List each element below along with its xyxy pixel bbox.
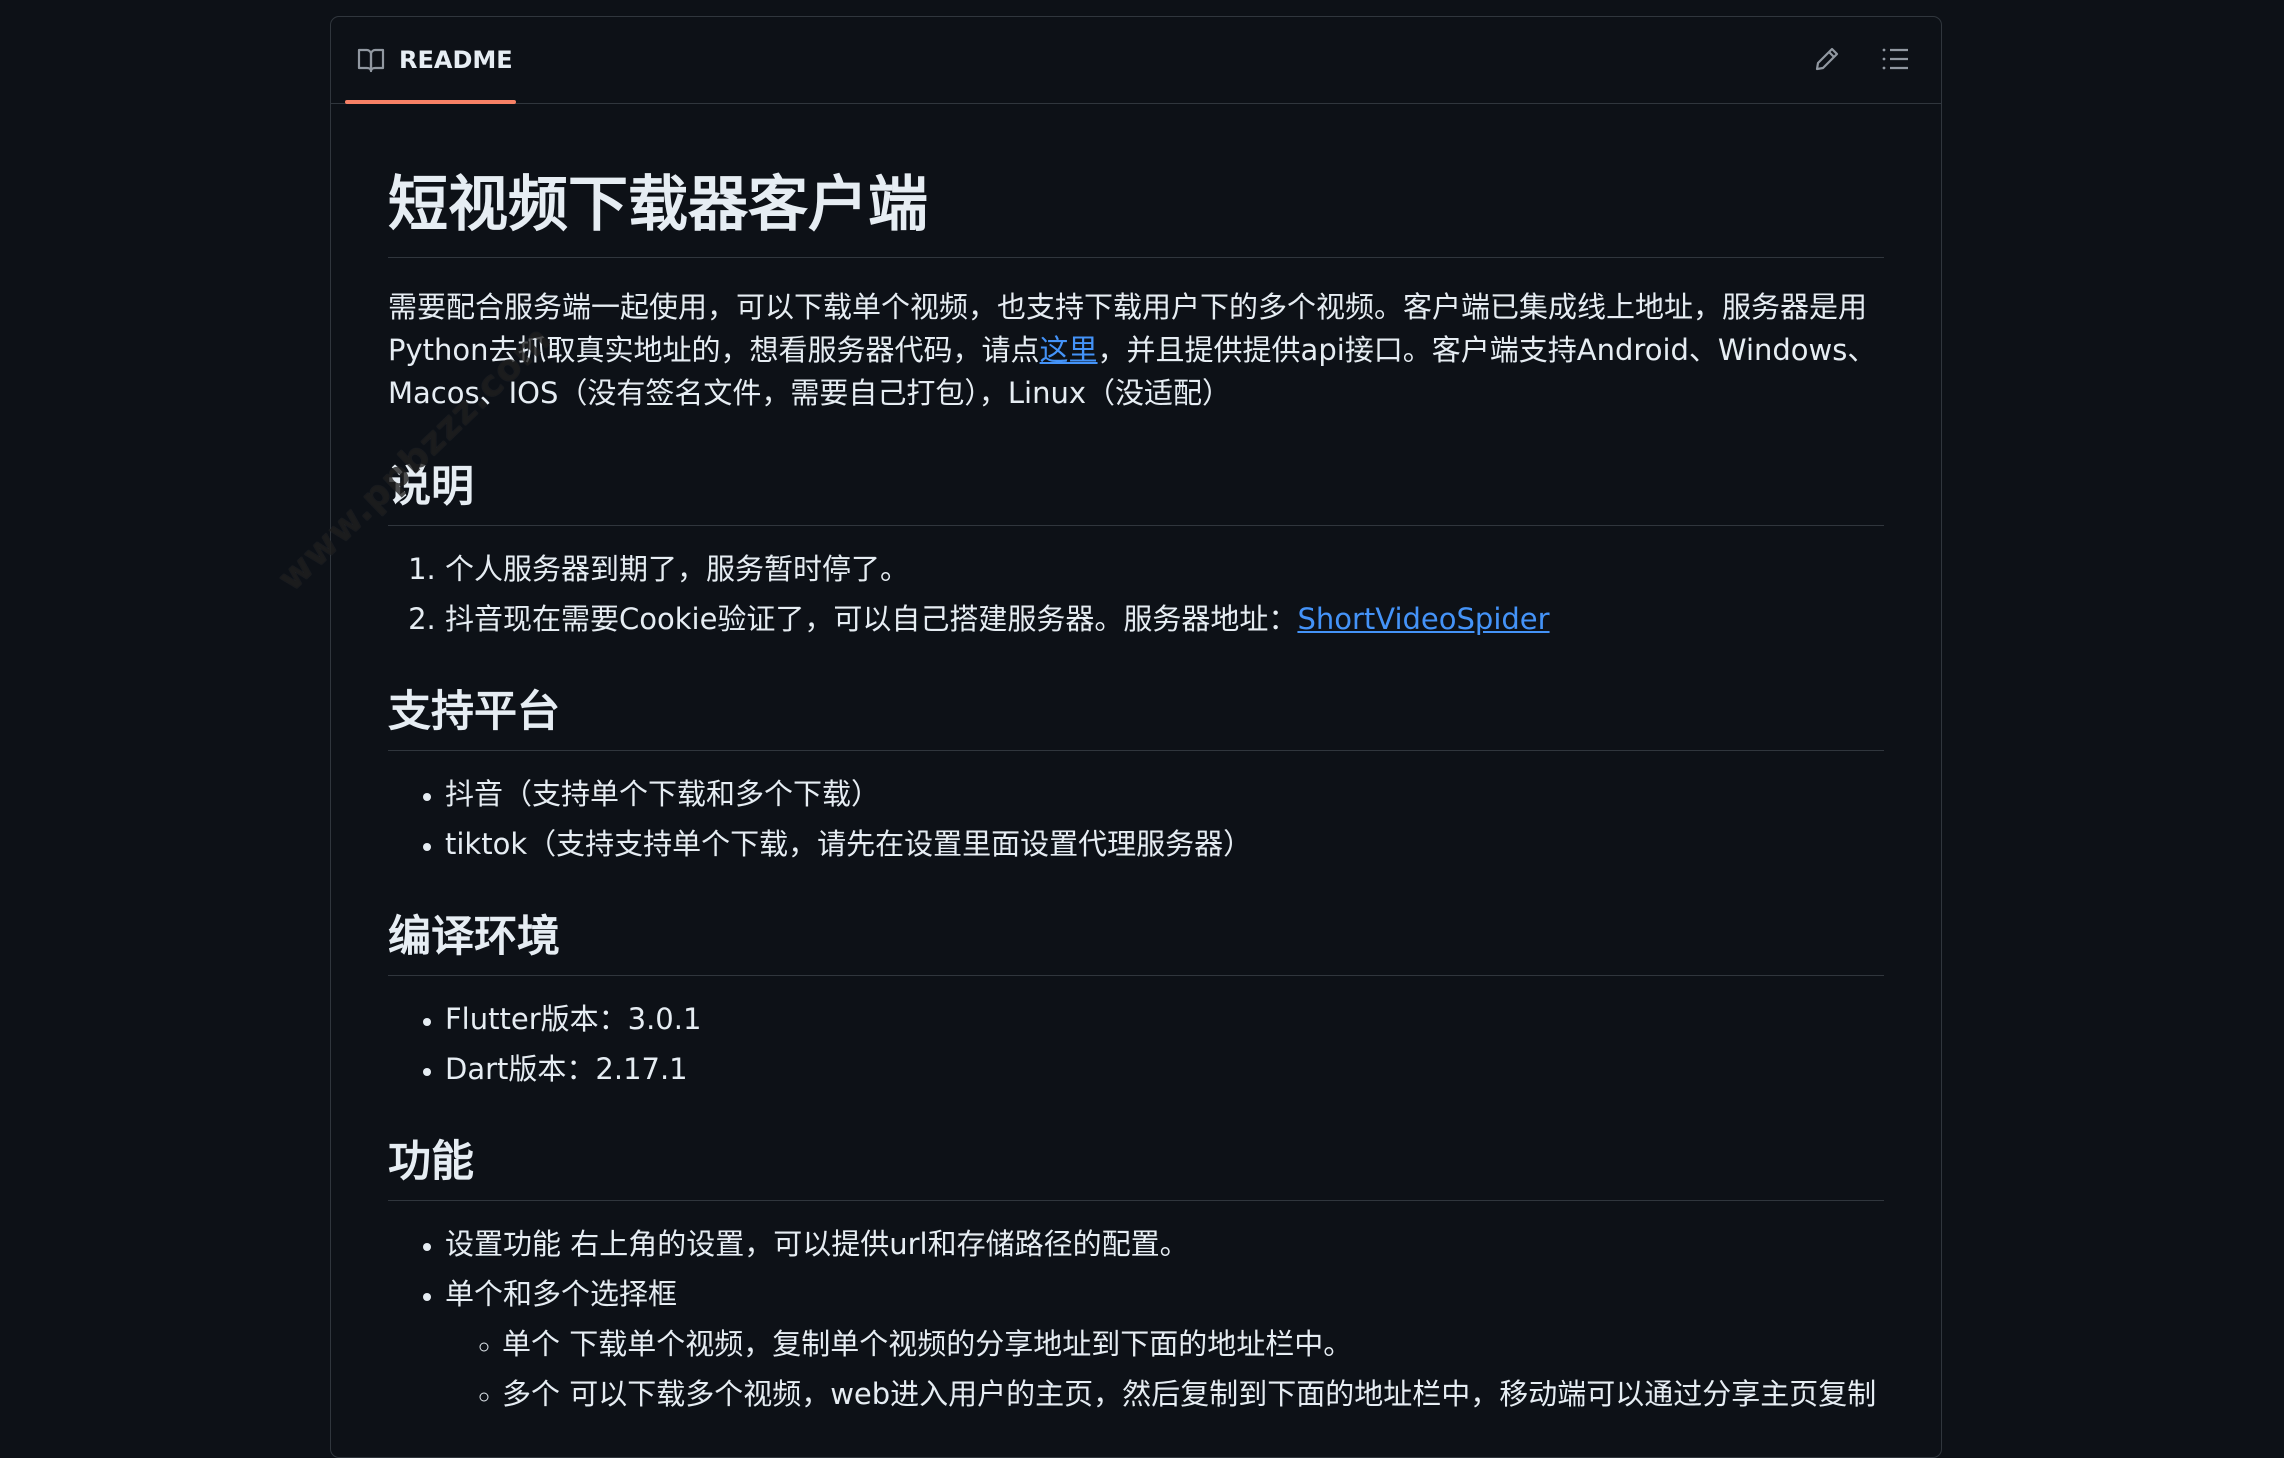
- list-item-text: 个人服务器到期了，服务暂时停了。: [445, 552, 910, 586]
- tab-label: README: [399, 46, 513, 74]
- readme-content: 短视频下载器客户端 需要配合服务端一起使用，可以下载单个视频，也支持下载用户下的…: [388, 103, 1884, 1423]
- heading-notes: 说明: [388, 459, 1884, 526]
- sublist-item: 多个 可以下载多个视频，web进入用户的主页，然后复制到下面的地址栏中，移动端可…: [502, 1373, 1884, 1415]
- list-item: 抖音（支持单个下载和多个下载）: [445, 773, 1884, 815]
- list-item-text: tiktok（支持支持单个下载，请先在设置里面设置代理服务器）: [445, 827, 1253, 861]
- list-item-text: Flutter版本：3.0.1: [445, 1002, 702, 1036]
- list-item-text: Dart版本：2.17.1: [445, 1052, 688, 1086]
- heading-env: 编译环境: [388, 909, 1884, 976]
- notes-list: 个人服务器到期了，服务暂时停了。 抖音现在需要Cookie验证了，可以自己搭建服…: [388, 548, 1884, 640]
- readme-intro: 需要配合服务端一起使用，可以下载单个视频，也支持下载用户下的多个视频。客户端已集…: [388, 286, 1884, 415]
- list-item: Flutter版本：3.0.1: [445, 998, 1884, 1040]
- list-item-text: 抖音（支持单个下载和多个下载）: [445, 777, 881, 811]
- features-list: 设置功能 右上角的设置，可以提供url和存储路径的配置。 单个和多个选择框 单个…: [388, 1223, 1884, 1415]
- list-item-text: 抖音现在需要Cookie验证了，可以自己搭建服务器。服务器地址：: [445, 602, 1298, 636]
- list-item: Dart版本：2.17.1: [445, 1048, 1884, 1090]
- tab-readme[interactable]: README: [345, 17, 516, 104]
- list-icon: [1881, 46, 1909, 76]
- book-icon: [357, 47, 385, 73]
- edit-button[interactable]: [1809, 43, 1845, 79]
- readme-panel: README 短视频下载器客户端 需要配合服务端一起使用，可以下载单个视频，也支…: [330, 16, 1942, 1458]
- list-item: 个人服务器到期了，服务暂时停了。: [445, 548, 1884, 590]
- list-item: tiktok（支持支持单个下载，请先在设置里面设置代理服务器）: [445, 823, 1884, 865]
- readme-header: README: [331, 17, 1941, 104]
- features-sublist: 单个 下载单个视频，复制单个视频的分享地址到下面的地址栏中。 多个 可以下载多个…: [445, 1323, 1884, 1415]
- list-item: 单个和多个选择框 单个 下载单个视频，复制单个视频的分享地址到下面的地址栏中。 …: [445, 1273, 1884, 1415]
- sublist-item-text: 多个 可以下载多个视频，web进入用户的主页，然后复制到下面的地址栏中，移动端可…: [502, 1377, 1877, 1411]
- pencil-icon: [1813, 45, 1841, 77]
- server-code-link[interactable]: 这里: [1040, 333, 1098, 367]
- outline-button[interactable]: [1877, 43, 1913, 79]
- heading-features: 功能: [388, 1134, 1884, 1201]
- shortvideospider-link[interactable]: ShortVideoSpider: [1297, 602, 1549, 636]
- sublist-item-text: 单个 下载单个视频，复制单个视频的分享地址到下面的地址栏中。: [502, 1327, 1353, 1361]
- platforms-list: 抖音（支持单个下载和多个下载） tiktok（支持支持单个下载，请先在设置里面设…: [388, 773, 1884, 865]
- sublist-item: 单个 下载单个视频，复制单个视频的分享地址到下面的地址栏中。: [502, 1323, 1884, 1365]
- list-item: 设置功能 右上角的设置，可以提供url和存储路径的配置。: [445, 1223, 1884, 1265]
- list-item-text: 设置功能 右上角的设置，可以提供url和存储路径的配置。: [445, 1227, 1189, 1261]
- list-item: 抖音现在需要Cookie验证了，可以自己搭建服务器。服务器地址：ShortVid…: [445, 598, 1884, 640]
- readme-title: 短视频下载器客户端: [388, 167, 1884, 258]
- heading-platforms: 支持平台: [388, 684, 1884, 751]
- env-list: Flutter版本：3.0.1 Dart版本：2.17.1: [388, 998, 1884, 1090]
- list-item-text: 单个和多个选择框: [445, 1277, 678, 1311]
